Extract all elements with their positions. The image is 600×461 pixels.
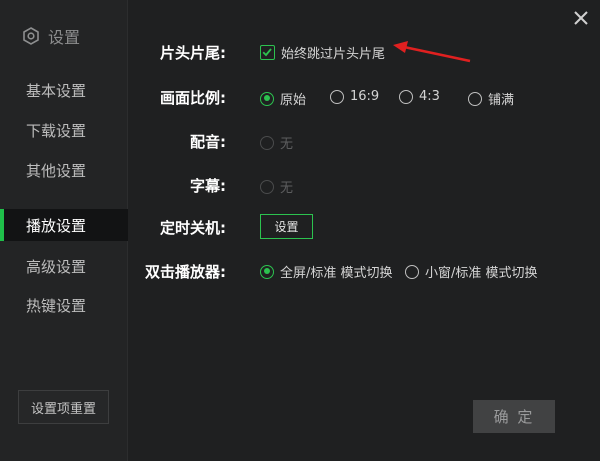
sidebar-item-advanced[interactable]: 高级设置 xyxy=(0,250,128,282)
aspect-16-9-radio[interactable]: 16:9 xyxy=(330,89,379,104)
subtitle-none-radio: 无 xyxy=(260,177,293,196)
radio-checked-icon xyxy=(260,91,274,106)
settings-header: 设置 xyxy=(22,24,80,48)
radio-disabled-icon xyxy=(260,179,274,194)
reset-settings-button[interactable]: 设置项重置 xyxy=(18,390,109,424)
sidebar-item-label: 高级设置 xyxy=(26,257,87,276)
sidebar-item-label: 下载设置 xyxy=(26,121,87,140)
radio-label: 4:3 xyxy=(419,89,440,104)
aspect-original-radio[interactable]: 原始 xyxy=(260,89,306,108)
close-icon[interactable] xyxy=(571,8,591,28)
sidebar-item-label: 播放设置 xyxy=(26,216,87,235)
dubbing-none-radio: 无 xyxy=(260,133,293,152)
sidebar-item-label: 热键设置 xyxy=(26,296,87,315)
aspect-4-3-radio[interactable]: 4:3 xyxy=(399,89,440,104)
skip-intro-text: 始终跳过片头片尾 xyxy=(281,47,386,62)
dubbing-label: 配音: xyxy=(190,133,226,151)
aspect-ratio-label: 画面比例: xyxy=(160,89,226,107)
radio-icon xyxy=(405,264,419,279)
radio-label: 原始 xyxy=(280,93,307,108)
confirm-button[interactable]: 确 定 xyxy=(473,400,555,433)
dblclick-miniwindow-radio[interactable]: 小窗/标准 模式切换 xyxy=(405,262,538,281)
dblclick-fullscreen-radio[interactable]: 全屏/标准 模式切换 xyxy=(260,262,393,281)
sidebar-item-playback[interactable]: 播放设置 xyxy=(0,209,128,241)
radio-label: 无 xyxy=(280,181,294,196)
sidebar-item-hotkeys[interactable]: 热键设置 xyxy=(0,289,128,321)
radio-checked-icon xyxy=(260,264,274,279)
timer-settings-button[interactable]: 设置 xyxy=(260,214,313,239)
radio-label: 全屏/标准 模式切换 xyxy=(280,266,393,281)
sidebar-item-download[interactable]: 下载设置 xyxy=(0,114,128,146)
sidebar-item-other[interactable]: 其他设置 xyxy=(0,154,128,186)
radio-disabled-icon xyxy=(260,135,274,150)
radio-label: 无 xyxy=(280,137,294,152)
double-click-label: 双击播放器: xyxy=(145,263,226,281)
radio-icon xyxy=(399,89,413,104)
sidebar-item-label: 基本设置 xyxy=(26,81,87,100)
checkbox-checked-icon xyxy=(260,45,275,60)
radio-icon xyxy=(468,91,482,106)
radio-label: 铺满 xyxy=(488,93,515,108)
sidebar-item-label: 其他设置 xyxy=(26,161,87,180)
annotation-arrow-icon xyxy=(393,41,471,63)
skip-intro-label: 片头片尾: xyxy=(160,44,226,62)
sidebar: 设置 基本设置 下载设置 其他设置 播放设置 高级设置 热键设置 设置项重置 xyxy=(0,0,128,461)
radio-icon xyxy=(330,89,344,104)
skip-intro-checkbox[interactable]: 始终跳过片头片尾 xyxy=(260,43,385,62)
settings-header-label: 设置 xyxy=(48,28,81,47)
subtitle-label: 字幕: xyxy=(190,177,226,195)
gear-icon xyxy=(22,27,40,45)
radio-label: 小窗/标准 模式切换 xyxy=(425,266,538,281)
aspect-fill-radio[interactable]: 铺满 xyxy=(468,89,514,108)
timer-shutdown-label: 定时关机: xyxy=(160,219,226,237)
radio-label: 16:9 xyxy=(350,89,380,104)
sidebar-item-basic[interactable]: 基本设置 xyxy=(0,74,128,106)
